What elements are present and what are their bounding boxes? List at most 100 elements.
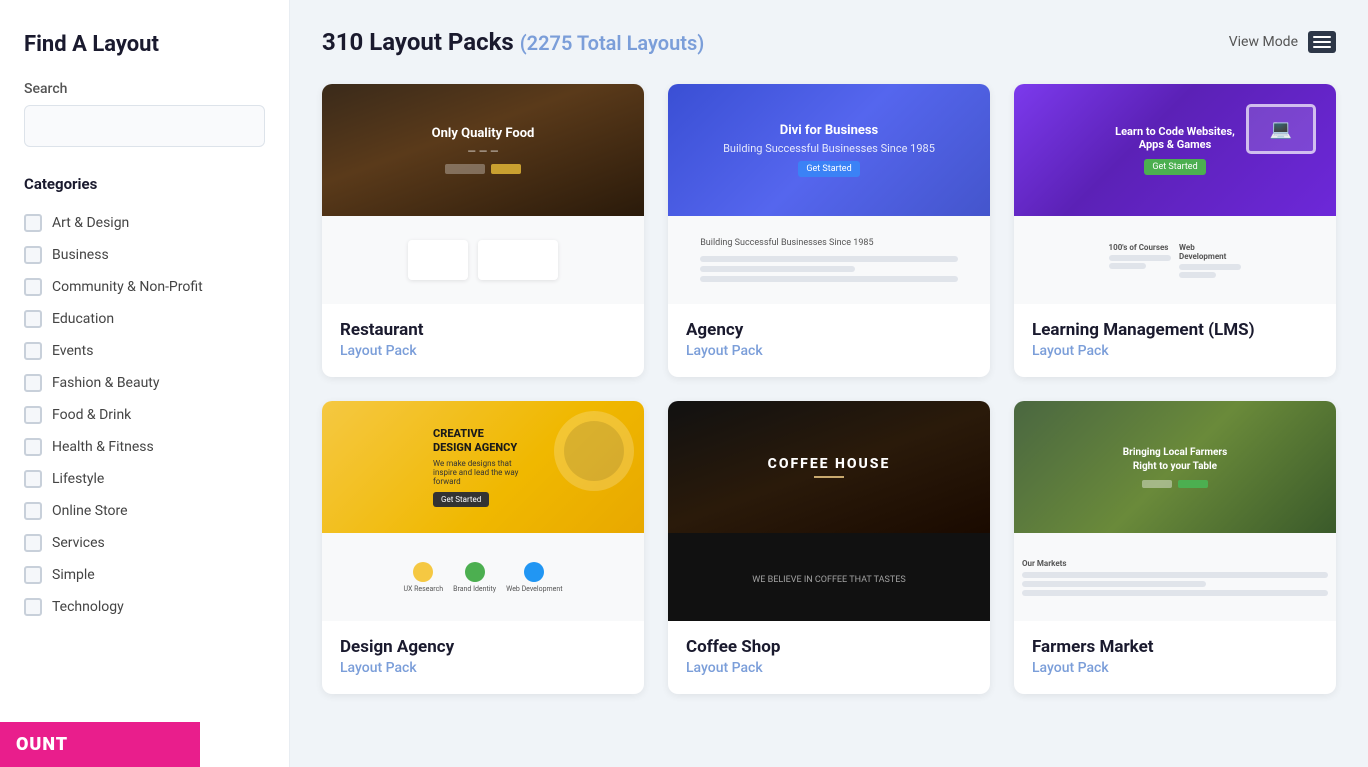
layout-card-coffee-shop[interactable]: COFFEE HOUSE WE BELIEVE IN COFFEE THAT T…: [668, 401, 990, 694]
category-label-services: Services: [52, 535, 105, 551]
mock-row: [1179, 272, 1216, 278]
category-label-online-store: Online Store: [52, 503, 128, 519]
results-count-label: 310 Layout Packs (2275 Total Layouts): [322, 28, 704, 56]
card-subtitle-farmers-market: Layout Pack: [1032, 660, 1318, 676]
checkbox-food-drink[interactable]: [24, 406, 42, 424]
view-mode-toggle[interactable]: View Mode: [1229, 31, 1336, 53]
mock-card: [478, 240, 558, 280]
card-body-design-agency: Design Agency Layout Pack: [322, 621, 644, 694]
card-title-lms: Learning Management (LMS): [1032, 320, 1318, 340]
layout-card-agency[interactable]: Divi for Business Building Successful Bu…: [668, 84, 990, 377]
sidebar-item-health-fitness[interactable]: Health & Fitness: [24, 431, 265, 463]
mock-row: [700, 256, 958, 262]
sidebar-item-services[interactable]: Services: [24, 527, 265, 559]
view-line-2: [1313, 41, 1331, 43]
category-list: Art & Design Business Community & Non-Pr…: [24, 207, 265, 623]
layout-card-restaurant[interactable]: Only Quality Food — — — R: [322, 84, 644, 377]
card-subtitle-agency: Layout Pack: [686, 343, 972, 359]
category-label-technology: Technology: [52, 599, 124, 615]
view-line-1: [1313, 36, 1331, 38]
card-title-agency: Agency: [686, 320, 972, 340]
layout-card-design-agency[interactable]: CREATIVEDESIGN AGENCY We make designs th…: [322, 401, 644, 694]
category-label-events: Events: [52, 343, 93, 359]
view-mode-icon: [1308, 31, 1336, 53]
checkbox-simple[interactable]: [24, 566, 42, 584]
sidebar-item-lifestyle[interactable]: Lifestyle: [24, 463, 265, 495]
category-label-education: Education: [52, 311, 114, 327]
sidebar-item-online-store[interactable]: Online Store: [24, 495, 265, 527]
card-visual-design-agency: CREATIVEDESIGN AGENCY We make designs th…: [322, 401, 644, 621]
category-label-food-drink: Food & Drink: [52, 407, 131, 423]
sidebar-item-events[interactable]: Events: [24, 335, 265, 367]
mock-row: [1109, 255, 1171, 261]
sidebar-item-simple[interactable]: Simple: [24, 559, 265, 591]
checkbox-online-store[interactable]: [24, 502, 42, 520]
mock-row: [1022, 572, 1328, 578]
card-subtitle-lms: Layout Pack: [1032, 343, 1318, 359]
sidebar-item-art-design[interactable]: Art & Design: [24, 207, 265, 239]
sidebar-item-food-drink[interactable]: Food & Drink: [24, 399, 265, 431]
checkbox-health-fitness[interactable]: [24, 438, 42, 456]
card-body-lms: Learning Management (LMS) Layout Pack: [1014, 304, 1336, 377]
main-header: 310 Layout Packs (2275 Total Layouts) Vi…: [322, 28, 1336, 56]
card-visual-restaurant: Only Quality Food — — —: [322, 84, 644, 304]
categories-title: Categories: [24, 175, 265, 193]
card-title-coffee-shop: Coffee Shop: [686, 637, 972, 657]
mock-row: [700, 276, 958, 282]
laptop-icon: 💻: [1246, 104, 1316, 154]
view-line-3: [1313, 46, 1331, 48]
card-subtitle-restaurant: Layout Pack: [340, 343, 626, 359]
mock-row: [700, 266, 855, 272]
category-label-business: Business: [52, 247, 109, 263]
category-label-simple: Simple: [52, 567, 95, 583]
sidebar-item-education[interactable]: Education: [24, 303, 265, 335]
mock-cta: Get Started: [798, 161, 859, 177]
sidebar: Find A Layout Search Categories Art & De…: [0, 0, 290, 767]
main-content: 310 Layout Packs (2275 Total Layouts) Vi…: [290, 0, 1368, 767]
checkbox-community-non-profit[interactable]: [24, 278, 42, 296]
mock-cta: Get Started: [1144, 159, 1205, 175]
results-summary: 310 Layout Packs (2275 Total Layouts): [322, 28, 704, 56]
card-title-design-agency: Design Agency: [340, 637, 626, 657]
mock-row: [1022, 590, 1328, 596]
layout-card-lms[interactable]: Learn to Code Websites,Apps & Games Get …: [1014, 84, 1336, 377]
mock-row: [1022, 581, 1206, 587]
category-label-health-fitness: Health & Fitness: [52, 439, 154, 455]
layout-grid: Only Quality Food — — — R: [322, 84, 1336, 694]
card-body-restaurant: Restaurant Layout Pack: [322, 304, 644, 377]
category-label-lifestyle: Lifestyle: [52, 471, 104, 487]
layout-card-farmers-market[interactable]: Bringing Local FarmersRight to your Tabl…: [1014, 401, 1336, 694]
sidebar-item-technology[interactable]: Technology: [24, 591, 265, 623]
card-visual-lms: Learn to Code Websites,Apps & Games Get …: [1014, 84, 1336, 304]
category-label-fashion-beauty: Fashion & Beauty: [52, 375, 160, 391]
category-label-art-design: Art & Design: [52, 215, 129, 231]
category-label-community-non-profit: Community & Non-Profit: [52, 279, 203, 295]
card-visual-agency: Divi for Business Building Successful Bu…: [668, 84, 990, 304]
discount-bar: OUNT: [0, 722, 200, 767]
sidebar-item-business[interactable]: Business: [24, 239, 265, 271]
checkbox-technology[interactable]: [24, 598, 42, 616]
search-input[interactable]: [24, 105, 265, 147]
checkbox-business[interactable]: [24, 246, 42, 264]
sidebar-item-community-non-profit[interactable]: Community & Non-Profit: [24, 271, 265, 303]
mock-card: [408, 240, 468, 280]
checkbox-art-design[interactable]: [24, 214, 42, 232]
checkbox-lifestyle[interactable]: [24, 470, 42, 488]
card-visual-farmers-market: Bringing Local FarmersRight to your Tabl…: [1014, 401, 1336, 621]
card-body-agency: Agency Layout Pack: [668, 304, 990, 377]
mock-row: [1179, 264, 1241, 270]
checkbox-services[interactable]: [24, 534, 42, 552]
card-title-restaurant: Restaurant: [340, 320, 626, 340]
card-subtitle-design-agency: Layout Pack: [340, 660, 626, 676]
mock-row: [1109, 263, 1146, 269]
checkbox-events[interactable]: [24, 342, 42, 360]
card-subtitle-coffee-shop: Layout Pack: [686, 660, 972, 676]
sidebar-item-fashion-beauty[interactable]: Fashion & Beauty: [24, 367, 265, 399]
total-layouts-count: (2275 Total Layouts): [520, 31, 705, 55]
card-body-coffee-shop: Coffee Shop Layout Pack: [668, 621, 990, 694]
checkbox-education[interactable]: [24, 310, 42, 328]
checkbox-fashion-beauty[interactable]: [24, 374, 42, 392]
sidebar-title: Find A Layout: [24, 32, 265, 57]
card-body-farmers-market: Farmers Market Layout Pack: [1014, 621, 1336, 694]
card-visual-coffee-shop: COFFEE HOUSE WE BELIEVE IN COFFEE THAT T…: [668, 401, 990, 621]
